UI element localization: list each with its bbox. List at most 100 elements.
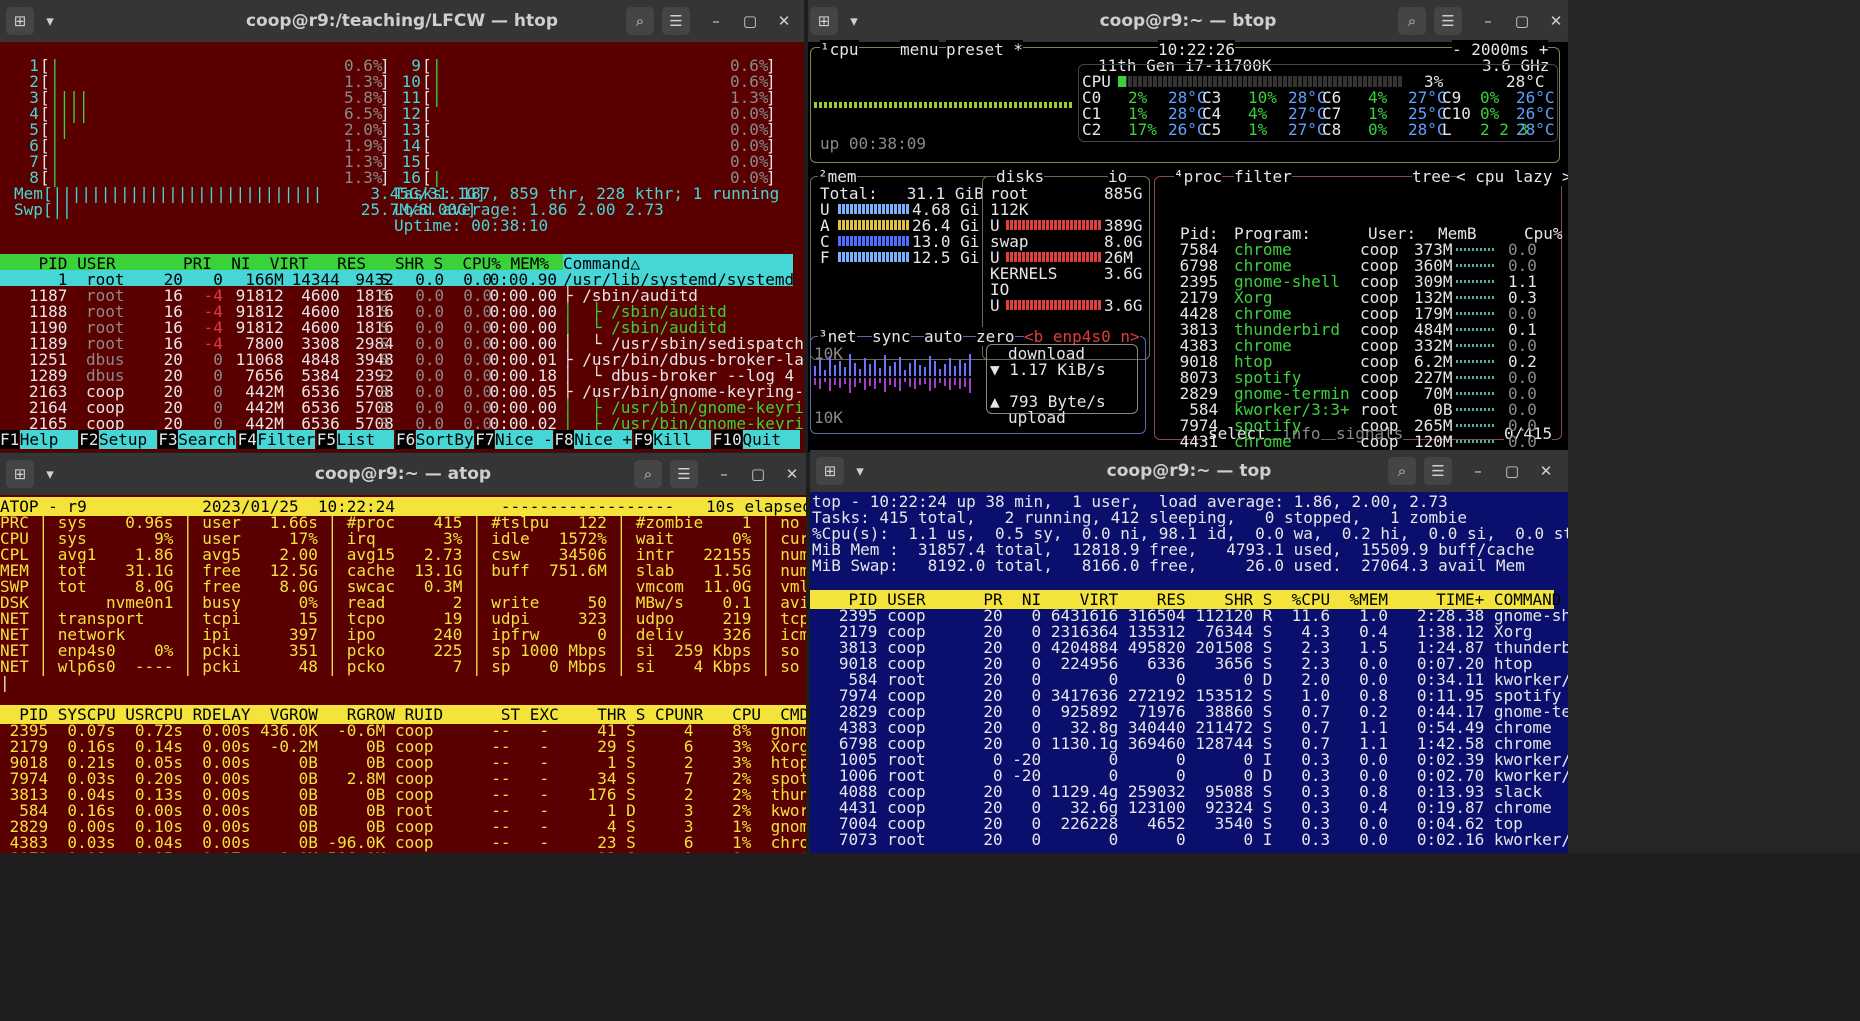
- process-row[interactable]: 1251 dbus 20 0 11068 4848 3948 S 0.0 0.0 0…: [0, 350, 804, 369]
- net-upload-bar: [894, 378, 896, 388]
- net-download-bar: [939, 369, 941, 376]
- hamburger-menu-icon[interactable]: ☰: [1434, 7, 1462, 35]
- fkey-f6: F6: [396, 430, 416, 449]
- preset-button[interactable]: preset *: [946, 40, 1024, 59]
- net-scale-bottom: 10K: [814, 408, 843, 427]
- proc-cpu-graph: [1456, 264, 1496, 267]
- htop-terminal[interactable]: 1[| 0.6%] 2[| 1.3%] 3[|||| 5.8%] 4[|||| 6.5%…: [0, 42, 804, 452]
- fkey-f1: F1: [0, 430, 20, 449]
- fkey-label[interactable]: Filter: [257, 430, 316, 449]
- cpu-graph-bar: [839, 102, 842, 108]
- download-value: ▼ 1.17 KiB/s: [990, 360, 1106, 379]
- fkey-label[interactable]: Nice +: [574, 430, 632, 449]
- search-icon[interactable]: ⌕: [626, 7, 654, 35]
- disk-usage-bar: [1006, 252, 1102, 262]
- cpu-graph-bar: [849, 102, 852, 108]
- net-download-bar: [929, 356, 931, 376]
- fkey-label[interactable]: SortBy: [415, 430, 474, 449]
- process-row[interactable]: 1187 root 16 -4 91812 4600 1816 S 0.0 0.0 …: [0, 286, 793, 305]
- fkey-label[interactable]: Search: [178, 430, 236, 449]
- search-icon[interactable]: ⌕: [634, 460, 662, 488]
- sync-toggle[interactable]: sync: [872, 327, 911, 346]
- cpu-graph-bar: [924, 102, 927, 108]
- disk-name: U: [990, 296, 1000, 315]
- cpu-graph-bar: [879, 102, 882, 108]
- process-row[interactable]: 1289 dbus 20 0 7656 5384 2392 S 0.0 0.0 0:…: [0, 366, 804, 385]
- uptime: Uptime: 00:38:10: [394, 216, 549, 235]
- cpu-graph-bar: [939, 102, 942, 108]
- process-row[interactable]: 2164 coop 20 0 442M 6536 5708 S 0.0 0.0 0:…: [0, 398, 804, 417]
- proc-cpu-graph: [1456, 296, 1496, 299]
- cpu-graph-bar: [964, 102, 967, 108]
- cpu-graph-bar: [1034, 102, 1037, 108]
- proc-cpu-graph: [1456, 248, 1496, 251]
- close-icon[interactable]: ✕: [1542, 7, 1568, 35]
- mem-row-value: 12.5 Gi: [912, 248, 980, 267]
- sort-selector[interactable]: < cpu lazy >: [1456, 167, 1568, 186]
- core-cell: L: [1442, 120, 1452, 139]
- fkey-f7: F7: [475, 430, 495, 449]
- disk-size: 3.6G: [1104, 264, 1143, 283]
- top-process-row[interactable]: 7073 root 20 0 0 0 0 I 0.3 0.0 0:02.16 k…: [810, 830, 1568, 849]
- atop-window: ⊞ ▾ coop@r9:~ — atop ⌕ ☰ – ▢ ✕ ATOP - r9…: [0, 453, 806, 853]
- net-upload-bar: [879, 378, 881, 384]
- cpu-graph-bar: [854, 102, 857, 108]
- taskbar: [0, 853, 1860, 1021]
- filter-button[interactable]: filter: [1234, 167, 1292, 186]
- net-download-bar: [919, 365, 921, 376]
- search-icon[interactable]: ⌕: [1388, 457, 1416, 485]
- close-icon[interactable]: ✕: [1532, 457, 1560, 485]
- process-row[interactable]: 1189 root 16 -4 7800 3308 2984 S 0.0 0.0 0…: [0, 334, 804, 353]
- maximize-icon[interactable]: ▢: [744, 460, 772, 488]
- minimize-icon[interactable]: –: [702, 7, 730, 35]
- process-row[interactable]: 1 root 20 0 166M 14344 9432 S 0.0 0.0 0:00…: [0, 270, 804, 289]
- search-icon[interactable]: ⌕: [1398, 7, 1426, 35]
- fkey-label[interactable]: Nice -: [495, 430, 553, 449]
- fkey-label[interactable]: List: [336, 430, 395, 449]
- fkey-label[interactable]: Help: [19, 430, 78, 449]
- maximize-icon[interactable]: ▢: [1498, 457, 1526, 485]
- hamburger-menu-icon[interactable]: ☰: [670, 460, 698, 488]
- top-terminal[interactable]: top - 10:22:24 up 38 min, 1 user, load a…: [810, 492, 1568, 853]
- minimize-icon[interactable]: –: [1474, 7, 1502, 35]
- core-cell: C5: [1202, 120, 1222, 139]
- net-upload-bar: [929, 378, 931, 392]
- auto-toggle[interactable]: auto: [924, 327, 963, 346]
- close-icon[interactable]: ✕: [778, 460, 806, 488]
- minimize-icon[interactable]: –: [710, 460, 738, 488]
- atop-terminal[interactable]: ATOP - r9 2023/01/25 10:22:24 ----------…: [0, 495, 806, 853]
- proc-box-label: ⁴proc: [1174, 167, 1223, 186]
- maximize-icon[interactable]: ▢: [1508, 7, 1536, 35]
- net-download-bar: [859, 369, 861, 376]
- hamburger-menu-icon[interactable]: ☰: [662, 7, 690, 35]
- fkey-label[interactable]: Quit: [742, 430, 801, 449]
- hamburger-menu-icon[interactable]: ☰: [1424, 457, 1452, 485]
- maximize-icon[interactable]: ▢: [736, 7, 764, 35]
- fkey-label[interactable]: Setup: [99, 430, 157, 449]
- process-row[interactable]: 1188 root 16 -4 91812 4600 1816 S 0.0 0.0 …: [0, 302, 793, 321]
- core-cell: 28°C: [1516, 120, 1555, 139]
- fkey-label[interactable]: Kill: [653, 430, 712, 449]
- tree-toggle[interactable]: tree: [1412, 167, 1451, 186]
- process-row[interactable]: 2163 coop 20 0 442M 6536 5708 S 0.0 0.0 0:…: [0, 382, 804, 401]
- net-download-bar: [969, 354, 971, 376]
- net-upload-bar: [954, 378, 956, 385]
- cpu-graph-bar: [1044, 102, 1047, 108]
- process-row[interactable]: 1190 root 16 -4 91812 4600 1816 S 0.0 0.0 …: [0, 318, 793, 337]
- cpu-graph-bar: [904, 102, 907, 108]
- cpu-bar: |: [432, 88, 442, 107]
- minimize-icon[interactable]: –: [1464, 457, 1492, 485]
- net-upload-bar: [864, 378, 866, 390]
- core-cell: 17%: [1128, 120, 1157, 139]
- menu-button[interactable]: menu: [900, 40, 939, 59]
- process-row[interactable]: 2165 coop 20 0 442M 6536 5708 S 0.0 0.0 0:…: [0, 414, 804, 433]
- cpu-graph-bar: [974, 102, 977, 108]
- close-icon[interactable]: ✕: [770, 7, 798, 35]
- cpu-graph-bar: [994, 102, 997, 108]
- cpu-graph-bar: [1069, 102, 1072, 108]
- net-download-bar: [899, 357, 901, 376]
- proc-cpu-graph: [1456, 328, 1496, 331]
- btop-terminal[interactable]: ¹cpu menu preset * 10:22:26 - 2000ms + 1…: [808, 40, 1568, 452]
- cpu-graph-bar: [1064, 102, 1067, 108]
- net-download-bar: [924, 367, 926, 376]
